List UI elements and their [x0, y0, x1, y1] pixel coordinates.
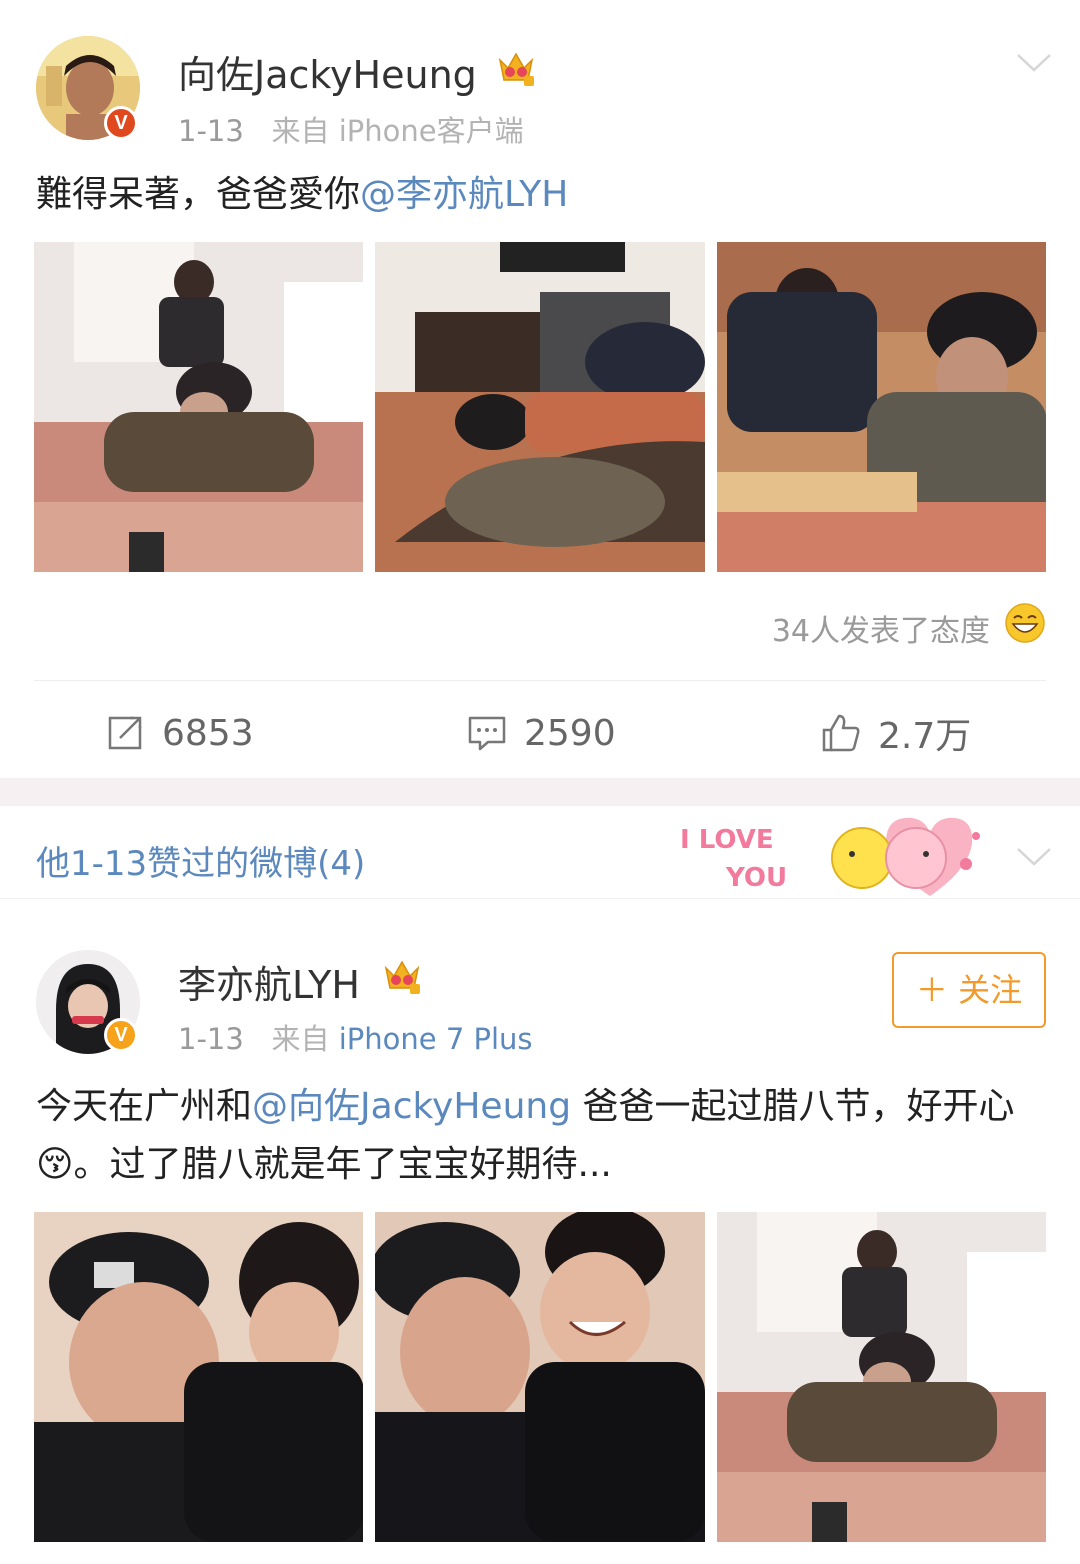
source-app: iPhone客户端	[338, 114, 524, 148]
sticker-text: I LOVE	[680, 825, 774, 855]
repost-count: 6853	[162, 712, 254, 754]
post-text-body: 難得呆著，爸爸愛你	[36, 174, 361, 215]
mention-link[interactable]: @向佐JackyHeung	[252, 1086, 571, 1127]
verified-badge: V	[104, 106, 138, 140]
photo-thumbnail[interactable]	[375, 1212, 705, 1542]
follow-button[interactable]: ＋ 关注	[892, 952, 1046, 1028]
repost-button[interactable]: 6853	[104, 708, 254, 758]
like-button[interactable]: 2.7万	[820, 708, 971, 758]
crown-icon	[384, 960, 420, 994]
photo-grid	[34, 1212, 1046, 1542]
photo-grid	[34, 242, 1046, 572]
weibo-post-lyh: V 李亦航LYH 1-13 来自 iPhone 7 Plus ＋ 关注 今天在广…	[0, 900, 1080, 1564]
photo-thumbnail[interactable]	[716, 242, 1046, 572]
mention-link[interactable]: @李亦航LYH	[360, 174, 568, 215]
attitude-count[interactable]: 34人发表了态度	[772, 606, 990, 650]
photo-thumbnail[interactable]	[716, 1212, 1046, 1542]
liked-posts-header[interactable]: 他1-13赞过的微博(4) I LOVE YOU	[0, 806, 1080, 900]
liked-posts-title[interactable]: 他1-13赞过的微博(4)	[36, 836, 365, 885]
source-app[interactable]: iPhone 7 Plus	[339, 1022, 533, 1056]
comment-button[interactable]: 2590	[466, 708, 616, 758]
chevron-down-icon[interactable]	[1016, 52, 1052, 74]
source-prefix: 来自	[271, 1022, 330, 1056]
post-meta: 1-13 来自 iPhone 7 Plus	[178, 1016, 533, 1058]
post-meta: 1-13 来自 iPhone客户端	[178, 108, 524, 150]
love-you-sticker-icon: I LOVE YOU	[680, 817, 980, 896]
post-text-body: 今天在广州和	[36, 1086, 253, 1127]
chevron-down-icon[interactable]	[1016, 846, 1052, 868]
weibo-post-jacky: V 向佐JackyHeung 1-13 来自 iPhone客户端 難得呆著，爸爸…	[0, 0, 1080, 778]
thumbs-up-icon	[822, 714, 860, 752]
repost-icon	[108, 716, 142, 750]
username[interactable]: 向佐JackyHeung	[178, 44, 477, 99]
comment-count: 2590	[524, 712, 616, 754]
photo-thumbnail[interactable]	[375, 242, 705, 572]
username[interactable]: 李亦航LYH	[178, 954, 360, 1009]
post-text: 難得呆著，爸爸愛你@李亦航LYH	[36, 166, 1040, 224]
photo-thumbnail[interactable]	[34, 1212, 364, 1542]
photo-thumbnail[interactable]	[34, 242, 364, 572]
sticker-text: YOU	[725, 863, 787, 893]
laughing-emoji-icon[interactable]	[1004, 602, 1046, 644]
post-text: 今天在广州和@向佐JackyHeung 爸爸一起过腊八节，好开心😚。过了腊八就是…	[36, 1078, 1040, 1194]
section-gap	[0, 778, 1080, 806]
verified-badge: V	[104, 1018, 138, 1052]
like-count: 2.7万	[878, 716, 972, 757]
comment-icon	[468, 716, 506, 751]
action-bar: 6853 2590 2.7万	[0, 700, 1080, 764]
crown-icon	[498, 52, 534, 86]
post-date: 1-13	[178, 1022, 244, 1056]
divider	[34, 680, 1046, 681]
source-prefix: 来自	[271, 114, 330, 148]
post-date: 1-13	[178, 114, 244, 148]
divider	[0, 898, 1080, 899]
